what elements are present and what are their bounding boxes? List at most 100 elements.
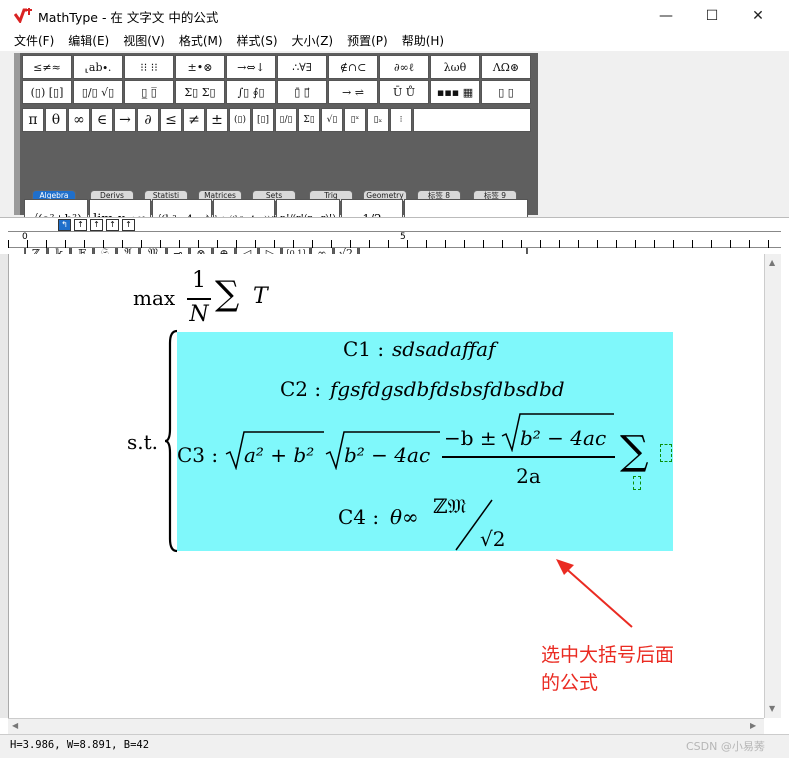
left-margin bbox=[0, 254, 8, 718]
palette-products-button[interactable]: Ū Ů bbox=[379, 80, 429, 104]
nav-strip: ↰ ↑ ↑ ↑ ↑ bbox=[0, 217, 789, 231]
symbol-leq-button[interactable]: ≤ bbox=[160, 108, 182, 132]
menu-help[interactable]: 帮助(H) bbox=[388, 31, 444, 51]
symbol-neq-button[interactable]: ≠ bbox=[183, 108, 205, 132]
annotation-text: 选中大括号后面 的公式 bbox=[541, 641, 741, 697]
vertical-scrollbar[interactable]: ▲ ▼ bbox=[764, 254, 781, 718]
c3-label: C3 : bbox=[177, 443, 219, 467]
annotation-line-2: 的公式 bbox=[541, 672, 599, 694]
symbol-plusminus-button[interactable]: ± bbox=[206, 108, 228, 132]
annotation-arrow bbox=[556, 559, 633, 628]
template-bracket-button[interactable]: [▯] bbox=[252, 108, 274, 132]
nav-box-4[interactable]: ↑ bbox=[106, 219, 119, 231]
template-superscript-button[interactable]: ▯ˣ bbox=[344, 108, 366, 132]
palette-sums-button[interactable]: Σ▯ Σ▯ bbox=[175, 80, 225, 104]
nav-box-2[interactable]: ↑ bbox=[74, 219, 87, 231]
maximize-icon: ☐ bbox=[705, 7, 719, 24]
palette-fractions-button[interactable]: ▯/▯ √▯ bbox=[73, 80, 123, 104]
nav-box-1[interactable]: ↰ bbox=[58, 219, 71, 231]
template-subscript-button[interactable]: ▯ₓ bbox=[367, 108, 389, 132]
symbol-infinity-button[interactable]: ∞ bbox=[68, 108, 90, 132]
horizontal-scrollbar[interactable]: ◀ ▶ bbox=[8, 718, 764, 734]
template-sum-button[interactable]: Σ▯ bbox=[298, 108, 320, 132]
c2-text: fgsfdgsdbfdsbsfdbsdbd bbox=[330, 377, 565, 401]
c3-num-prefix: −b ± bbox=[444, 426, 497, 450]
ruler-mark-5: 5 bbox=[400, 232, 406, 242]
menu-view[interactable]: 视图(V) bbox=[109, 31, 165, 51]
palette-scripts-button[interactable]: ▯̲ ▯̅ bbox=[124, 80, 174, 104]
palette-bars-button[interactable]: ▯̄ ▯⃗ bbox=[277, 80, 327, 104]
symbol-theta-button[interactable]: θ bbox=[45, 108, 67, 132]
c3-sum-placeholder-body[interactable] bbox=[660, 444, 672, 462]
window-title: MathType - 在 文字文 中的公式 bbox=[38, 10, 219, 25]
ruler-ticks bbox=[8, 240, 781, 248]
status-bar: H=3.986, W=8.891, B=42 bbox=[0, 734, 789, 758]
max-variable: T bbox=[253, 284, 268, 309]
c4-text: θ∞ bbox=[390, 505, 419, 529]
c1-text: sdsadaffaf bbox=[392, 337, 496, 361]
menu-edit[interactable]: 编辑(E) bbox=[54, 31, 109, 51]
palette-sets-button[interactable]: ∉∩⊂ bbox=[328, 55, 378, 79]
ruler-mark-0: 0 bbox=[22, 232, 28, 242]
maximize-button[interactable]: ☐ bbox=[689, 0, 735, 31]
minimize-button[interactable]: — bbox=[643, 0, 689, 31]
template-sqrt-button[interactable]: √▯ bbox=[321, 108, 343, 132]
max-frac-numerator: 1 bbox=[192, 268, 206, 293]
palette-labeled-arrows-button[interactable]: → ⇌ bbox=[328, 80, 378, 104]
nav-box-5[interactable]: ↑ bbox=[122, 219, 135, 231]
max-frac-bar bbox=[187, 298, 211, 300]
palette-arrows-button[interactable]: →⇔↓ bbox=[226, 55, 276, 79]
symbol-partial-button[interactable]: ∂ bbox=[137, 108, 159, 132]
annotation-line-1: 选中大括号后面 bbox=[541, 644, 675, 666]
close-icon: ✕ bbox=[752, 7, 764, 24]
title-bar: MathType - 在 文字文 中的公式 — ☐ ✕ bbox=[0, 0, 789, 31]
palette-integrals-button[interactable]: ∫▯ ∮▯ bbox=[226, 80, 276, 104]
custom-slot-empty[interactable] bbox=[413, 108, 531, 132]
palette-embellish-button[interactable]: ⁝⁝ ⁝⁝ bbox=[124, 55, 174, 79]
menu-size[interactable]: 大小(Z) bbox=[278, 31, 334, 51]
palette-fences-button[interactable]: (▯) [▯] bbox=[22, 80, 72, 104]
palette-greek-lower-button[interactable]: λωθ bbox=[430, 55, 480, 79]
palette-matrices-button[interactable]: ▪▪▪ ▦ bbox=[430, 80, 480, 104]
max-frac-denominator: N bbox=[189, 302, 209, 327]
c4-label: C4 : bbox=[338, 505, 380, 529]
palette-spaces-button[interactable]: ⸤ab∙. bbox=[73, 55, 123, 79]
symbol-pi-button[interactable]: π bbox=[22, 108, 44, 132]
menu-style[interactable]: 样式(S) bbox=[223, 31, 278, 51]
scroll-left-icon[interactable]: ◀ bbox=[12, 721, 18, 730]
symbol-element-of-button[interactable]: ∈ bbox=[91, 108, 113, 132]
c2-label: C2 : bbox=[280, 377, 322, 401]
nav-box-3[interactable]: ↑ bbox=[90, 219, 103, 231]
palette-operators-button[interactable]: ±•⊗ bbox=[175, 55, 225, 79]
c3-sum-placeholder-lower[interactable] bbox=[633, 476, 641, 490]
minimize-icon: — bbox=[659, 7, 673, 24]
palette-misc-button[interactable]: ∂∞ℓ bbox=[379, 55, 429, 79]
c3-frac-bar bbox=[442, 456, 615, 458]
menu-file[interactable]: 文件(F) bbox=[0, 31, 54, 51]
palette-relations-button[interactable]: ≤≠≈ bbox=[22, 55, 72, 79]
c3-sqrt2-content: b² − 4ac bbox=[344, 443, 431, 467]
menu-format[interactable]: 格式(M) bbox=[165, 31, 223, 51]
palette-logic-button[interactable]: ∴∀∃ bbox=[277, 55, 327, 79]
scroll-down-icon[interactable]: ▼ bbox=[769, 704, 775, 713]
template-matrix-button[interactable]: ⁝ bbox=[390, 108, 412, 132]
st-label: s.t. bbox=[127, 430, 159, 454]
menu-bar: 文件(F) 编辑(E) 视图(V) 格式(M) 样式(S) 大小(Z) 预置(P… bbox=[0, 31, 789, 51]
max-sum-symbol: ∑ bbox=[215, 274, 240, 314]
scroll-right-icon[interactable]: ▶ bbox=[750, 721, 756, 730]
template-fraction-button[interactable]: ▯/▯ bbox=[275, 108, 297, 132]
c3-sqrt1-content: a² + b² bbox=[244, 443, 315, 467]
ruler: 0 5 bbox=[8, 231, 781, 248]
c3-num-sqrt-content: b² − 4ac bbox=[520, 426, 607, 450]
palette-greek-upper-button[interactable]: ΛΩ⊛ bbox=[481, 55, 531, 79]
template-paren-button[interactable]: (▯) bbox=[229, 108, 251, 132]
scroll-up-icon[interactable]: ▲ bbox=[769, 258, 775, 267]
menu-preferences[interactable]: 预置(P) bbox=[333, 31, 388, 51]
c3-sum-symbol: ∑ bbox=[620, 428, 649, 474]
left-brace[interactable] bbox=[164, 329, 178, 553]
close-button[interactable]: ✕ bbox=[735, 0, 781, 31]
watermark: CSDN @小易莠 bbox=[686, 740, 765, 753]
symbol-arrow-button[interactable]: → bbox=[114, 108, 136, 132]
c4-denominator: √2 bbox=[480, 527, 506, 551]
palette-boxes-button[interactable]: ▯ ▯ bbox=[481, 80, 531, 104]
